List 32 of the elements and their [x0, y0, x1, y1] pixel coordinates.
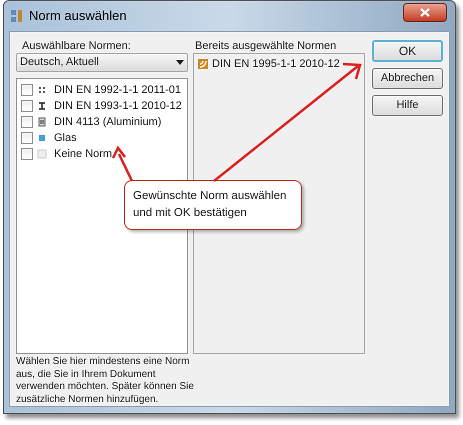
list-item[interactable]: DIN EN 1993-1-1 2010-12 [54, 98, 182, 114]
window-icon [10, 9, 24, 23]
window-title: Norm auswählen [29, 7, 127, 26]
close-button[interactable] [403, 3, 447, 22]
checkbox[interactable] [21, 148, 33, 160]
glass-icon [37, 133, 47, 143]
callout-text: Gewünschte Norm auswählen [133, 189, 286, 204]
list-item[interactable]: Glas [54, 130, 77, 146]
blank-icon [37, 149, 47, 159]
i-beam-icon [37, 101, 47, 111]
dialog-button[interactable]: OK [372, 40, 443, 62]
profile-icon [37, 117, 47, 127]
concrete-icon [37, 85, 47, 95]
dialog-button[interactable]: Hilfe [372, 95, 443, 116]
checkbox[interactable] [21, 100, 33, 112]
callout-text: und mit OK bestätigen [133, 206, 247, 221]
close-icon [420, 8, 430, 17]
language-dropdown[interactable]: Deutsch, Aktuell [16, 53, 188, 72]
checkbox[interactable] [21, 84, 33, 96]
timber-icon [198, 59, 208, 69]
dropdown-arrow-icon [176, 60, 184, 65]
hint-text: Wählen Sie hier mindestens eine Norm aus, die Sie in Ihrem Dokument verwenden möchten. Später können Sie zusätzliche Normen hinzufügen. [16, 356, 195, 406]
checkbox[interactable] [21, 132, 33, 144]
list-item[interactable]: Keine Norm [54, 146, 112, 162]
checkbox[interactable] [21, 116, 33, 128]
list-item[interactable]: DIN EN 1992-1-1 2011-01 [54, 82, 181, 98]
list-item[interactable]: DIN 4113 (Aluminium) [54, 114, 162, 130]
list-label: Auswählbare Normen: [22, 39, 132, 53]
dialog-button[interactable]: Abbrechen [372, 68, 443, 89]
list-item[interactable]: DIN EN 1995-1-1 2010-12 [212, 56, 340, 72]
arrow [112, 146, 134, 182]
list-label: Bereits ausgewählte Normen [195, 39, 338, 53]
